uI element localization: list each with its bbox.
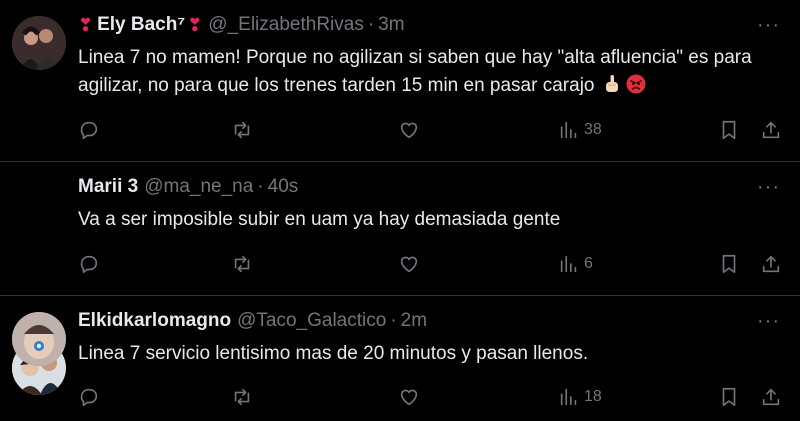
bookmark-icon xyxy=(722,387,736,407)
timestamp[interactable]: 2m xyxy=(401,310,427,332)
angry-face-icon xyxy=(626,74,646,94)
views-count: 18 xyxy=(584,388,602,405)
timestamp[interactable]: 40s xyxy=(268,176,299,198)
views-button[interactable]: 38 xyxy=(558,118,602,142)
tweet-text: Linea 7 no mamen! Porque no agilizan si … xyxy=(78,44,778,100)
bookmark-button[interactable] xyxy=(718,385,740,409)
timestamp[interactable]: 3m xyxy=(378,14,404,36)
tweet[interactable]: Elkidkarlomagno @Taco_Galactico · 2m ···… xyxy=(0,296,800,421)
tweet-header: Marii 3 @ma_ne_na · 40s xyxy=(78,176,298,198)
tweet-text: Linea 7 servicio lentisimo mas de 20 min… xyxy=(78,340,778,368)
reply-button[interactable] xyxy=(78,252,100,276)
tweet-text: Va a ser imposible subir en uam ya hay d… xyxy=(78,206,778,234)
views-button[interactable]: 6 xyxy=(558,252,593,276)
avatar[interactable] xyxy=(12,16,66,70)
views-icon xyxy=(560,121,577,139)
tweet[interactable]: Marii 3 @ma_ne_na · 40s ··· Va a ser imp… xyxy=(0,162,800,395)
retweet-icon xyxy=(234,121,250,139)
retweet-button[interactable] xyxy=(231,385,253,409)
tweet-text-content: Linea 7 no mamen! Porque no agilizan si … xyxy=(78,47,752,96)
reply-icon xyxy=(80,121,98,140)
reply-icon xyxy=(80,388,98,407)
separator: · xyxy=(257,176,264,197)
middle-finger-icon xyxy=(606,75,619,92)
tweet-header: ❣ Ely Bach⁷ ❣ @_ElizabethRivas · 3m xyxy=(78,14,405,36)
more-options-button[interactable]: ··· xyxy=(757,176,780,199)
retweet-icon xyxy=(234,388,250,406)
like-button[interactable] xyxy=(398,118,420,142)
reply-button[interactable] xyxy=(78,385,100,409)
like-icon xyxy=(400,256,418,273)
separator: · xyxy=(390,310,397,331)
share-button[interactable] xyxy=(760,118,782,142)
share-button[interactable] xyxy=(760,385,782,409)
display-name[interactable]: Marii 3 xyxy=(78,176,138,198)
views-count: 6 xyxy=(584,255,593,272)
views-icon xyxy=(560,388,577,406)
heart-exclamation-icon: ❣ xyxy=(187,14,203,35)
reply-icon xyxy=(80,255,98,274)
bookmark-icon xyxy=(722,120,736,140)
share-icon xyxy=(762,388,780,406)
tweet-actions: 18 xyxy=(78,385,800,409)
tweet-text-content: Linea 7 servicio lentisimo mas de 20 min… xyxy=(78,343,589,364)
tweet-text-content: Va a ser imposible subir en uam ya hay d… xyxy=(78,209,561,230)
handle[interactable]: @ma_ne_na xyxy=(144,176,253,198)
like-icon xyxy=(400,122,418,139)
handle[interactable]: @Taco_Galactico xyxy=(237,310,386,332)
views-icon xyxy=(560,255,577,273)
more-options-button[interactable]: ··· xyxy=(757,14,780,37)
retweet-button[interactable] xyxy=(231,118,253,142)
retweet-button[interactable] xyxy=(231,252,253,276)
avatar[interactable] xyxy=(12,312,66,366)
tweet-header: Elkidkarlomagno @Taco_Galactico · 2m xyxy=(78,310,427,332)
like-icon xyxy=(400,389,418,406)
views-count: 38 xyxy=(584,121,602,138)
share-icon xyxy=(762,121,780,139)
like-button[interactable] xyxy=(398,252,420,276)
reply-button[interactable] xyxy=(78,118,100,142)
share-button[interactable] xyxy=(760,252,782,276)
heart-exclamation-icon: ❣ xyxy=(78,14,94,35)
display-name[interactable]: Ely Bach⁷ xyxy=(97,14,185,36)
bookmark-button[interactable] xyxy=(718,118,740,142)
bookmark-icon xyxy=(722,254,736,274)
share-icon xyxy=(762,255,780,273)
bookmark-button[interactable] xyxy=(718,252,740,276)
separator: · xyxy=(367,14,375,35)
handle[interactable]: @_ElizabethRivas xyxy=(208,14,364,36)
tweet-actions: 6 xyxy=(78,252,800,276)
like-button[interactable] xyxy=(398,385,420,409)
more-options-button[interactable]: ··· xyxy=(757,310,780,333)
display-name[interactable]: Elkidkarlomagno xyxy=(78,310,231,332)
tweet[interactable]: ❣ Ely Bach⁷ ❣ @_ElizabethRivas · 3m ··· … xyxy=(0,0,800,162)
views-button[interactable]: 18 xyxy=(558,385,602,409)
retweet-icon xyxy=(234,255,250,273)
tweet-actions: 38 xyxy=(78,118,800,142)
